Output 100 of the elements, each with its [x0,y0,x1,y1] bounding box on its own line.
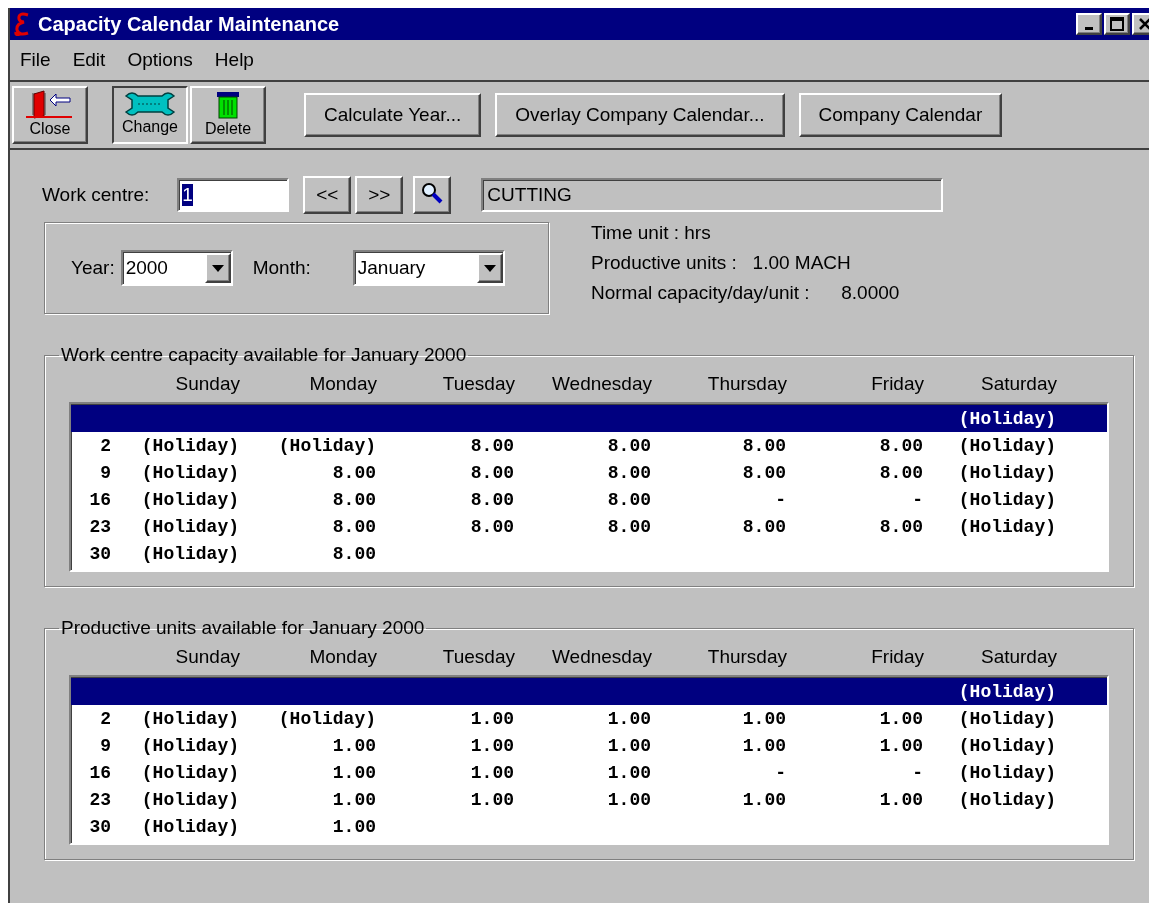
day-value: 8.00 [469,489,514,510]
previous-button[interactable]: << [303,176,352,214]
menu-item[interactable]: File [20,49,51,71]
day-value: (Holiday) [957,516,1056,537]
day-value: 1.00 [469,789,514,810]
day-value: 1.00 [331,762,376,783]
menu-item[interactable]: Options [127,49,193,71]
day-value: 8.00 [741,435,786,456]
dropdown-arrow-icon [211,264,224,272]
week-day-number: 2 [99,708,111,729]
column-header: Monday [308,646,377,668]
column-header: Saturday [979,373,1057,395]
column-header: Sunday [174,646,240,668]
day-value: (Holiday) [957,435,1056,456]
minimize-button[interactable] [1076,13,1102,35]
week-day-number: 30 [88,816,111,837]
day-value: 8.00 [331,543,376,564]
field-label: Year: [71,257,115,279]
wrench-icon [124,90,176,118]
day-value: (Holiday) [957,462,1056,483]
group-title: Productive units available for January 2000 [60,617,426,639]
info-text: Time unit : hrs [591,222,712,244]
calendar-row[interactable]: 2 (Holiday) (Holiday) 1.00 1.00 1.00 1.00 (Holiday) [71,705,1107,732]
week-day-number: 30 [88,543,111,564]
day-value: 8.00 [878,462,923,483]
group-title: Work centre capacity available for January 2000 [60,344,468,366]
month-dropdown[interactable]: January [352,250,505,286]
calendar-row[interactable]: 16 (Holiday) 8.00 8.00 8.00 - - (Holiday) [71,486,1107,513]
day-value: (Holiday) [140,762,239,783]
column-header: Friday [870,646,924,668]
toolbar-button[interactable]: Overlay Company Calendar... [495,93,785,137]
day-value: (Holiday) [957,489,1056,510]
day-value: - [774,762,786,783]
year-dropdown[interactable]: 2000 [120,250,233,286]
day-value: 8.00 [469,435,514,456]
menu-item[interactable]: Edit [72,49,106,71]
day-value: (Holiday) [140,543,239,564]
day-value: 1.00 [331,735,376,756]
day-value: 1.00 [741,735,786,756]
day-value: 8.00 [331,489,376,510]
dropdown-arrow-icon [483,264,496,272]
toolbar-button[interactable]: Change [112,86,188,144]
day-value: (Holiday) [277,708,376,729]
day-value: 1.00 [469,762,514,783]
search-button[interactable] [413,176,452,214]
calendar-list[interactable] [69,675,1109,845]
day-value: 8.00 [878,516,923,537]
day-value: 1.00 [469,735,514,756]
calendar-row[interactable]: 30 (Holiday) 8.00 [71,540,1107,567]
toolbar-button[interactable]: Close [12,86,88,144]
week-day-number: 9 [99,735,111,756]
day-value: 1.00 [878,708,923,729]
day-value: (Holiday) [140,735,239,756]
calendar-row[interactable]: 9 (Holiday) 1.00 1.00 1.00 1.00 1.00 (Holiday) [71,732,1107,759]
calendar-row[interactable]: 2 (Holiday) (Holiday) 8.00 8.00 8.00 8.00 (Holiday) [71,432,1107,459]
column-header: Wednesday [551,646,652,668]
day-value: (Holiday) [140,816,239,837]
calendar-row[interactable]: 16 (Holiday) 1.00 1.00 1.00 - - (Holiday) [71,759,1107,786]
next-button[interactable]: >> [355,176,404,214]
toolbar-button[interactable]: Company Calendar [798,93,1003,137]
calendar-row[interactable]: (Holiday) [71,678,1107,705]
calendar-list[interactable] [69,402,1109,572]
window-title: Capacity Calendar Maintenance [38,12,341,36]
field-label: Month: [252,257,311,279]
week-day-number: 23 [88,789,111,810]
menu-item[interactable]: Help [214,49,254,71]
day-value: (Holiday) [957,708,1056,729]
column-header: Wednesday [551,373,652,395]
week-day-number: 23 [88,516,111,537]
column-header: Thursday [706,646,787,668]
day-value: 8.00 [469,462,514,483]
day-value: 1.00 [331,789,376,810]
day-value: 1.00 [469,708,514,729]
minimize-icon [1085,26,1093,30]
day-value: (Holiday) [140,489,239,510]
day-value: (Holiday) [140,789,239,810]
day-value: (Holiday) [140,462,239,483]
toolbar-button[interactable]: Delete [190,86,266,144]
day-value: 8.00 [741,462,786,483]
maximize-button[interactable] [1104,13,1130,35]
calendar-row[interactable]: 30 (Holiday) 1.00 [71,813,1107,840]
day-value: (Holiday) [140,516,239,537]
calendar-row[interactable]: 9 (Holiday) 8.00 8.00 8.00 8.00 8.00 (Holiday) [71,459,1107,486]
week-day-number: 9 [99,462,111,483]
day-value: 8.00 [606,435,651,456]
day-value: 8.00 [331,462,376,483]
toolbar-button[interactable]: Calculate Year... [304,93,482,137]
close-icon [1138,17,1149,31]
day-value: 1.00 [606,762,651,783]
week-day-number: 16 [88,762,111,783]
column-header: Tuesday [441,373,515,395]
day-value: (Holiday) [140,435,239,456]
day-value: 8.00 [878,435,923,456]
day-value: 8.00 [606,489,651,510]
info-text: Productive units : 1.00 MACH [591,252,852,274]
calendar-row[interactable]: (Holiday) [71,405,1107,432]
day-value: 1.00 [331,816,376,837]
calendar-row[interactable]: 23 (Holiday) 1.00 1.00 1.00 1.00 1.00 (Holiday) [71,786,1107,813]
work-centre-field[interactable]: 1 [177,178,290,212]
calendar-row[interactable]: 23 (Holiday) 8.00 8.00 8.00 8.00 8.00 (Holiday) [71,513,1107,540]
